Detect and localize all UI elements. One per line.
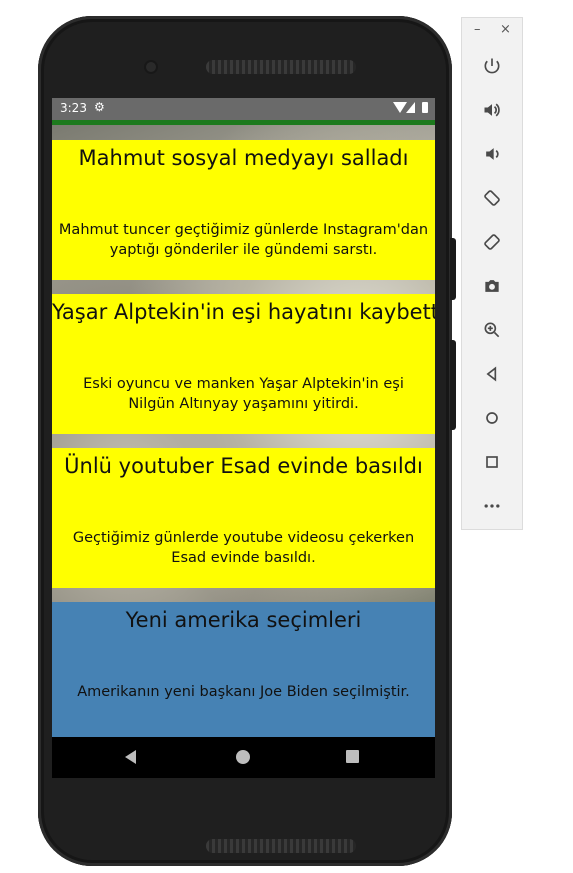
news-card[interactable]: Yeni amerika seçimleri Amerikanın yeni b… [52, 602, 435, 737]
overview-icon[interactable] [478, 448, 506, 476]
home-icon[interactable] [478, 404, 506, 432]
front-camera [146, 62, 156, 72]
camera-icon[interactable] [478, 272, 506, 300]
rotate-right-icon[interactable] [478, 228, 506, 256]
volume-side-button[interactable] [450, 340, 456, 430]
status-bar: 3:23 ⚙ [52, 98, 435, 120]
emulator-toolbar: – × [461, 17, 523, 530]
news-title: Yeni amerika seçimleri [125, 608, 362, 632]
top-speaker [206, 60, 356, 74]
news-title: Ünlü youtuber Esad evinde basıldı [64, 454, 423, 478]
wifi-icon [393, 102, 407, 113]
back-icon[interactable] [478, 360, 506, 388]
home-icon[interactable] [236, 750, 250, 764]
news-body: Mahmut tuncer geçtiğimiz günlerde Instag… [58, 222, 429, 258]
navigation-bar [52, 737, 435, 778]
news-card[interactable]: Ünlü youtuber Esad evinde basıldı Geçtiğ… [52, 448, 435, 588]
news-title: Yaşar Alptekin'in eşi hayatını kaybetti [52, 300, 435, 324]
volume-down-icon[interactable] [478, 140, 506, 168]
news-card[interactable]: Mahmut sosyal medyayı salladı Mahmut tun… [52, 140, 435, 280]
news-body: Geçtiğimiz günlerde youtube videosu çeke… [72, 530, 415, 566]
rotate-left-icon[interactable] [478, 184, 506, 212]
news-title: Mahmut sosyal medyayı salladı [78, 146, 409, 170]
phone-screen: 3:23 ⚙ Mahmut sosyal medyayı salladı Mah… [52, 98, 435, 778]
settings-icon: ⚙ [94, 100, 105, 114]
news-card[interactable]: Yaşar Alptekin'in eşi hayatını kaybetti … [52, 294, 435, 434]
bottom-speaker [206, 839, 356, 853]
battery-icon [422, 102, 428, 113]
signal-icon [406, 102, 415, 113]
news-body: Eski oyuncu ve manken Yaşar Alptekin'in … [83, 376, 404, 412]
power-side-button[interactable] [450, 238, 456, 300]
volume-up-icon[interactable] [478, 96, 506, 124]
more-icon[interactable] [478, 492, 506, 520]
power-icon[interactable] [478, 52, 506, 80]
status-time: 3:23 [60, 101, 87, 115]
recents-icon[interactable] [346, 750, 359, 763]
back-icon[interactable] [125, 750, 136, 764]
close-button[interactable]: × [500, 22, 511, 37]
zoom-icon[interactable] [478, 316, 506, 344]
minimize-button[interactable]: – [474, 22, 481, 37]
news-body: Amerikanın yeni başkanı Joe Biden seçilm… [77, 684, 410, 700]
news-list[interactable]: Mahmut sosyal medyayı salladı Mahmut tun… [52, 125, 435, 737]
